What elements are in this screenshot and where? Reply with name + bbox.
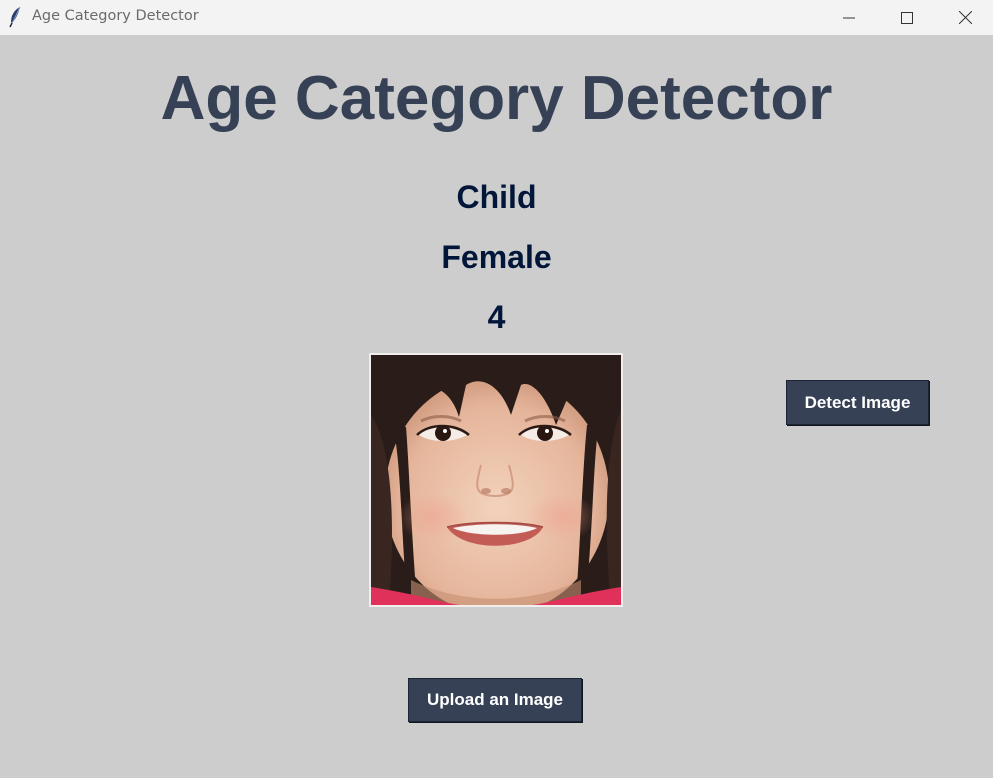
window-title: Age Category Detector: [32, 8, 199, 24]
close-icon: [958, 11, 972, 24]
maximize-button[interactable]: [879, 0, 935, 35]
page-title: Age Category Detector: [160, 64, 833, 133]
age-category-label: Child: [456, 179, 537, 215]
app-window: Age Category Detector Age Category Detec…: [0, 0, 993, 778]
title-bar[interactable]: Age Category Detector: [0, 0, 993, 35]
minimize-icon: [843, 17, 855, 18]
close-button[interactable]: [937, 0, 993, 35]
maximize-icon: [901, 11, 913, 24]
gender-label: Female: [441, 239, 552, 275]
detect-image-button[interactable]: Detect Image: [786, 380, 929, 425]
feather-icon: [9, 6, 21, 28]
upload-image-button[interactable]: Upload an Image: [408, 678, 582, 722]
minimize-button[interactable]: [821, 0, 877, 35]
uploaded-face-image: [369, 353, 623, 607]
main-content: Age Category Detector Child Female 4 Det…: [0, 35, 993, 778]
child-face-illustration: [371, 355, 621, 605]
age-value-label: 4: [487, 299, 506, 335]
